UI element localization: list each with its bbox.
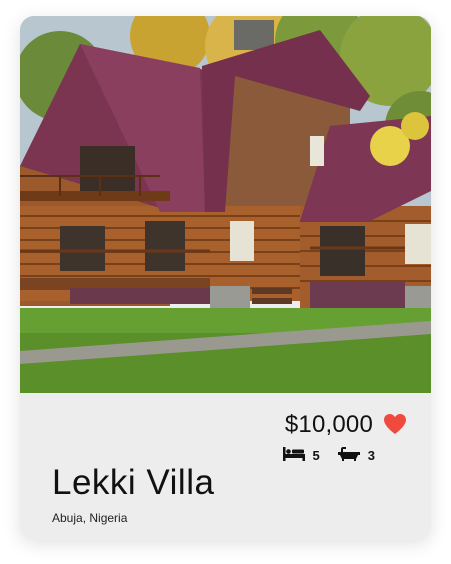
bedrooms-count: 5: [312, 448, 320, 463]
bed-icon: [282, 447, 305, 464]
bedrooms-feature: 5: [282, 447, 320, 464]
listing-title: Lekki Villa: [52, 463, 215, 502]
listing-info: $10,000 5 3 Lekki Villa Abuja, Nigeria: [20, 393, 431, 540]
property-card[interactable]: $10,000 5 3 Lekki Villa Abuja, Nigeria: [20, 16, 431, 540]
listing-location: Abuja, Nigeria: [52, 511, 128, 525]
property-photo: [20, 16, 431, 393]
bathtub-icon: [337, 447, 360, 464]
heart-icon[interactable]: [383, 413, 407, 435]
bathrooms-feature: 3: [337, 447, 375, 464]
listing-features: 5 3: [282, 447, 375, 464]
listing-price: $10,000: [284, 411, 373, 438]
bathrooms-count: 3: [367, 448, 375, 463]
